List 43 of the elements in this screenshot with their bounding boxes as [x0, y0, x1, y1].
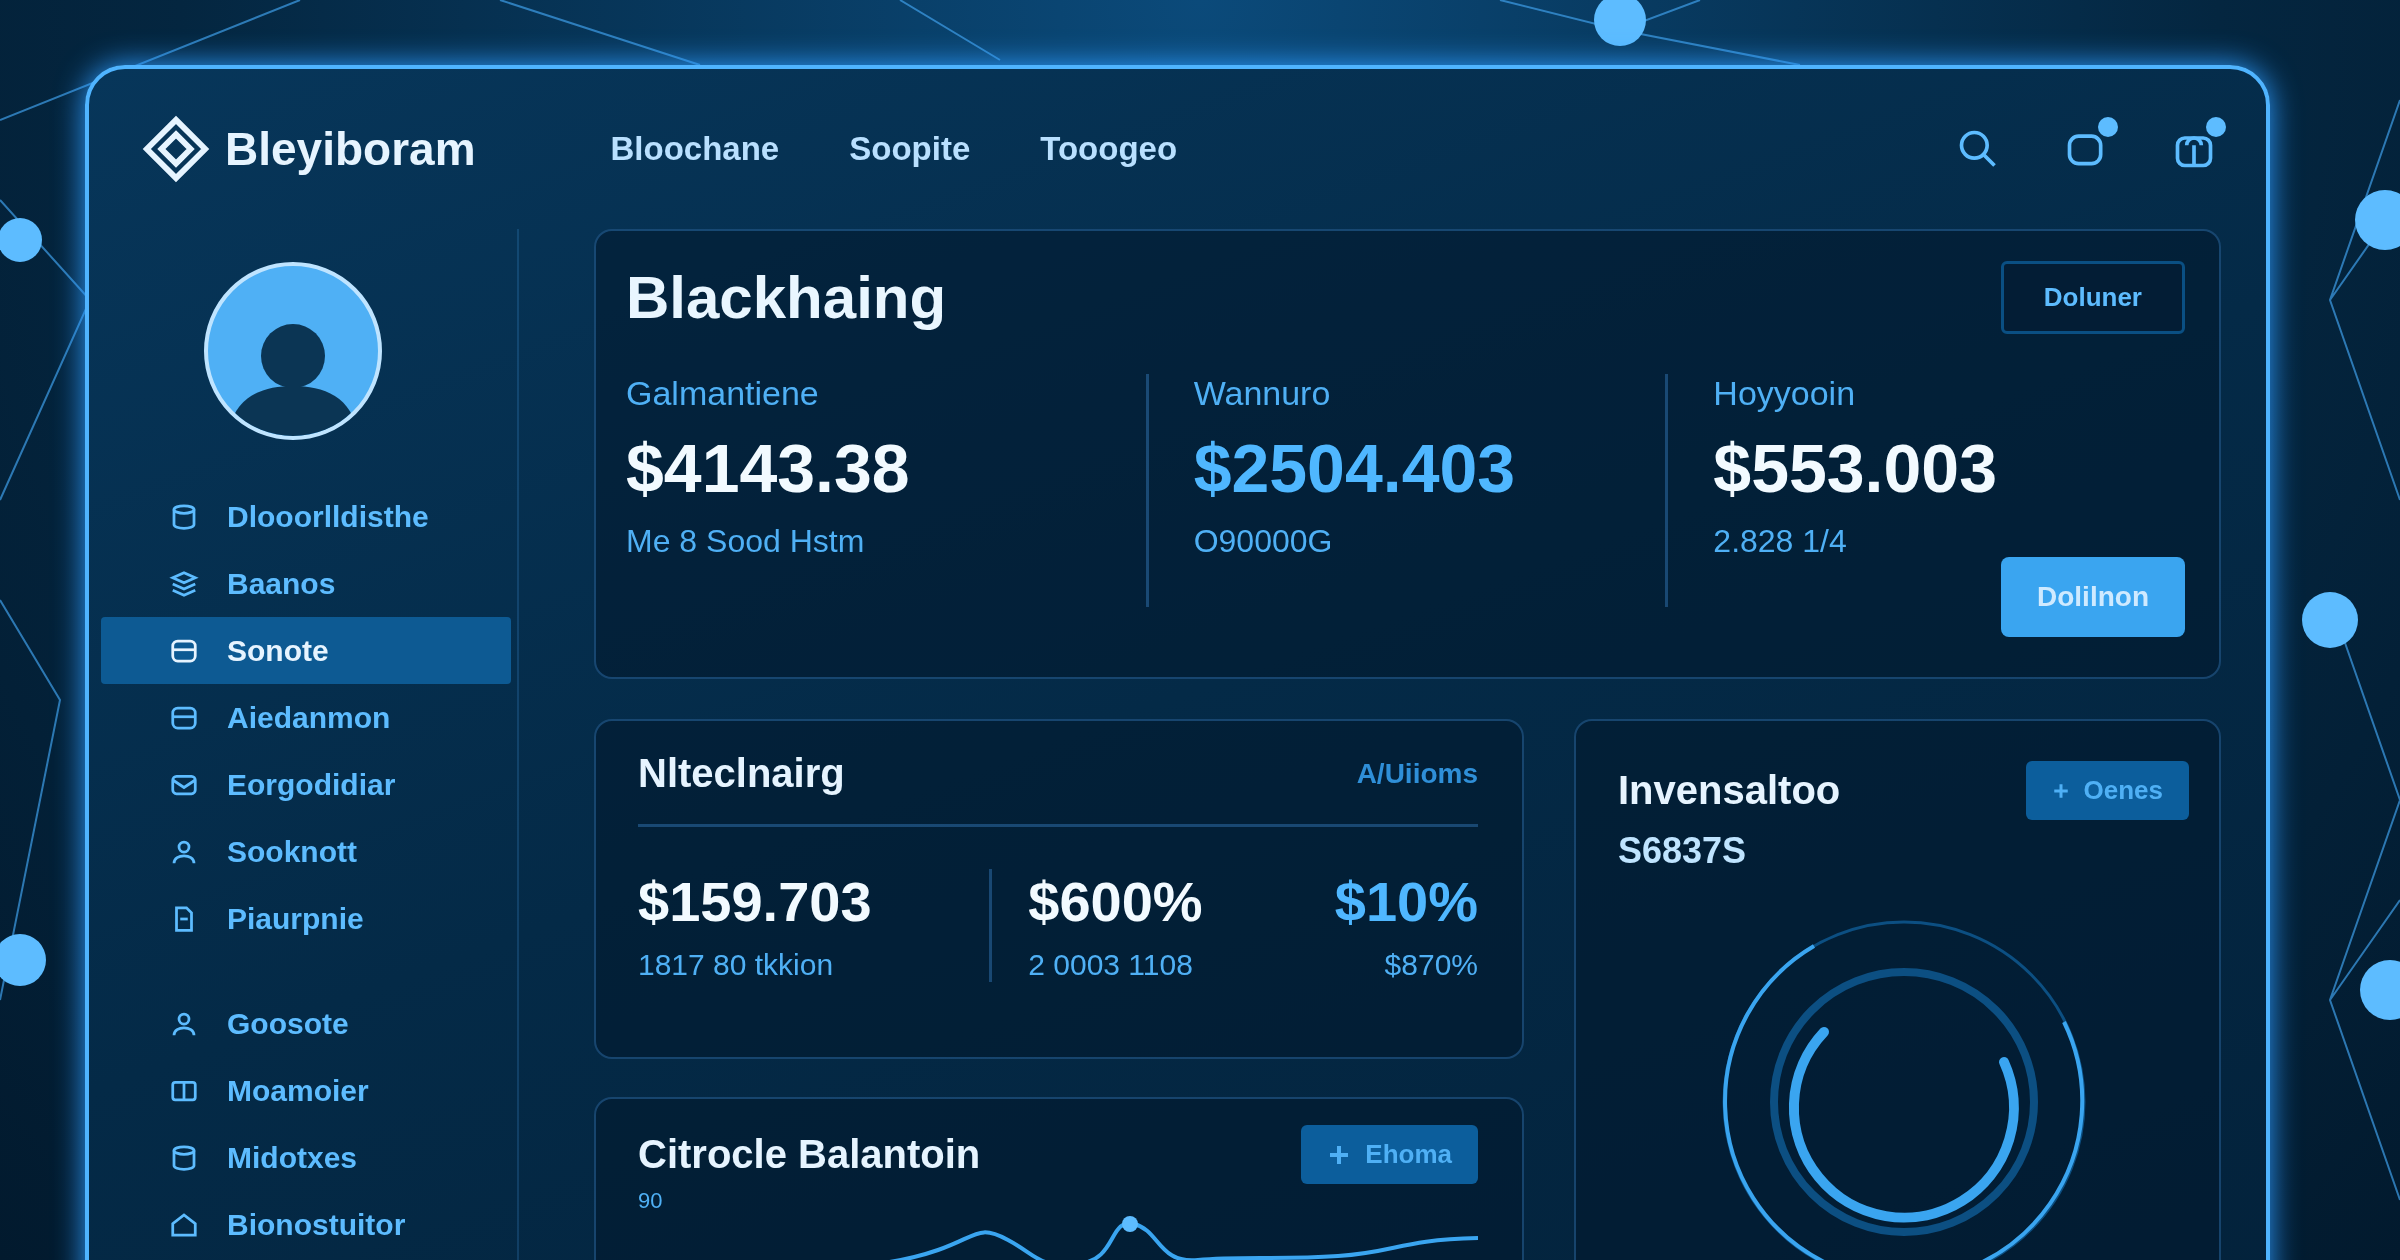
card-title: Blackhaing [626, 263, 947, 332]
plus-icon [2051, 781, 2070, 800]
axis-label: 90 [638, 1188, 664, 1214]
stat-value: $553.003 [1713, 429, 1998, 507]
diamond-logo-icon [141, 114, 211, 184]
metric-note: $870% [1384, 948, 1478, 982]
nav-link[interactable]: Soopite [849, 130, 971, 168]
sidebar-item[interactable]: Goosote [101, 990, 511, 1057]
sidebar-item[interactable]: Midotxes [101, 1124, 511, 1191]
outline-button[interactable]: Doluner [2000, 261, 2185, 334]
stat-label: Wannuro [1193, 374, 1332, 413]
stat-value: $2504.403 [1193, 429, 1517, 507]
sidebar-item[interactable]: Dlooorlldisthe [101, 483, 511, 550]
metric-value: $10% [1334, 869, 1478, 934]
card-title: Nlteclnairg [638, 751, 845, 796]
sidebar-item[interactable]: Aiedanmon [101, 684, 511, 751]
sidebar-item[interactable]: Baanos [101, 550, 511, 617]
stat-note: 2.828 1/4 [1713, 523, 1848, 560]
sidebar-item[interactable]: Piaurpnie [101, 885, 511, 952]
stat-note: Me 8 Sood Hstm [626, 523, 866, 560]
notification-dot [2206, 117, 2226, 137]
sidebar-item[interactable]: Sooknott [101, 818, 511, 885]
metric-note: 2 0003 1108 [1028, 948, 1193, 982]
card-title: Invensaltoo [1618, 768, 1841, 813]
nav-link[interactable]: Tooogeo [1040, 130, 1178, 168]
metric-value: $159.703 [638, 869, 872, 934]
brand-name: Bleyiboram [225, 122, 476, 176]
card-title: Citrocle Balantoin [638, 1132, 981, 1177]
sidebar-item[interactable]: Moamoier [101, 1057, 511, 1124]
stack-icon [169, 568, 199, 599]
sidebar-item[interactable]: Eorgodidiar [101, 751, 511, 818]
stat-note: O90000G [1193, 523, 1334, 560]
sidebar-item[interactable]: Bionostuitor [101, 1191, 511, 1258]
sidebar-item[interactable]: Sonote [101, 617, 511, 684]
transaction-amount: S6837S [1618, 830, 1748, 872]
metric-note: 1817 80 tkkion [638, 948, 834, 982]
card-link[interactable]: A/Uiioms [1356, 757, 1478, 790]
notification-dot [2098, 117, 2118, 137]
metric-value: $600% [1028, 869, 1203, 934]
nav-link[interactable]: Bloochane [610, 130, 780, 168]
stat-value: $4143.38 [626, 429, 911, 507]
stat-label: Galmantiene [626, 374, 820, 413]
stat-label: Hoyyooin [1713, 374, 1857, 413]
